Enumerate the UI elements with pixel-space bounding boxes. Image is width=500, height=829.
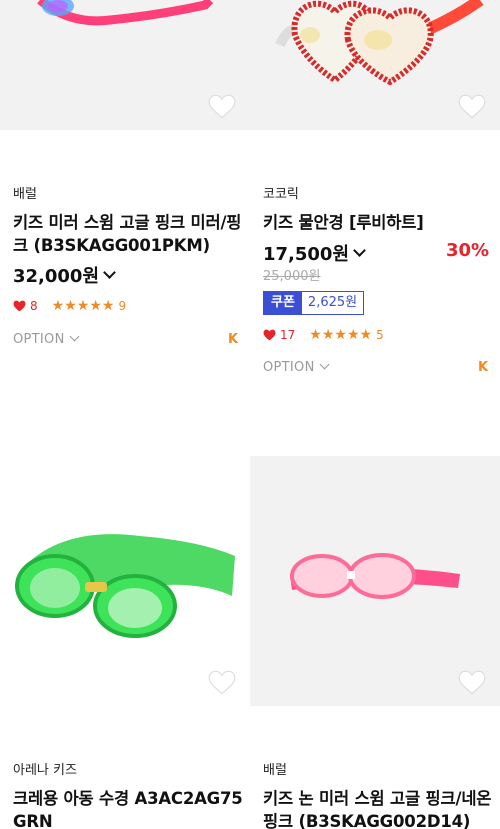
goggles-image bbox=[290, 553, 460, 599]
option-label: OPTION bbox=[13, 332, 65, 347]
option-label: OPTION bbox=[263, 360, 315, 375]
chevron-down-icon[interactable] bbox=[353, 244, 366, 257]
product-image[interactable] bbox=[0, 456, 250, 706]
original-price: 25,000원 bbox=[263, 269, 321, 284]
k-badge: K bbox=[228, 332, 239, 347]
price[interactable]: 32,000원 bbox=[13, 262, 116, 288]
product-image[interactable] bbox=[0, 0, 250, 130]
brand-label: 배럴 bbox=[13, 187, 37, 202]
brand-label: 배럴 bbox=[263, 763, 287, 778]
product-name[interactable]: 키즈 논 미러 스윔 고글 핑크/네온핑크 (B3SKAGG002D14) bbox=[263, 787, 495, 829]
product-name[interactable]: 키즈 물안경 [루비하트] bbox=[263, 211, 495, 234]
like-count: 8 bbox=[30, 299, 38, 313]
product-name[interactable]: 키즈 미러 스윔 고글 핑크 미러/핑크 (B3SKAGG001PKM) bbox=[13, 211, 245, 257]
star-icon: ★ bbox=[89, 298, 102, 314]
product-card[interactable]: 아레나 키즈 크레용 아동 수경 A3AC2AG75GRN bbox=[0, 456, 250, 829]
heart-outline-icon[interactable] bbox=[208, 670, 236, 696]
heart-filled-icon bbox=[13, 300, 26, 312]
star-icon: ★ bbox=[334, 327, 347, 343]
chevron-down-icon bbox=[319, 359, 330, 370]
heart-outline-icon[interactable] bbox=[458, 670, 486, 696]
star-icon: ★ bbox=[64, 298, 77, 314]
star-rating: ★ ★ ★ ★ ★ bbox=[309, 328, 372, 342]
star-icon: ★ bbox=[346, 327, 360, 343]
product-card[interactable]: 배럴 키즈 논 미러 스윔 고글 핑크/네온핑크 (B3SKAGG002D14) bbox=[250, 456, 500, 829]
heart-outline-icon[interactable] bbox=[458, 94, 486, 120]
chevron-down-icon bbox=[69, 331, 80, 342]
heart-filled-icon bbox=[263, 329, 276, 341]
stats-row: 8 ★ ★ ★ ★ ★ 9 bbox=[13, 299, 126, 313]
product-image[interactable] bbox=[250, 456, 500, 706]
star-icon: ★ bbox=[101, 298, 115, 314]
brand-label: 아레나 키즈 bbox=[13, 763, 77, 778]
k-badge: K bbox=[478, 360, 489, 375]
coupon-value: 2,625원 bbox=[307, 295, 358, 310]
product-image[interactable] bbox=[250, 0, 500, 130]
star-icon: ★ bbox=[51, 298, 65, 314]
star-icon: ★ bbox=[359, 327, 373, 343]
price-value: 32,000원 bbox=[13, 266, 100, 287]
option-toggle[interactable]: OPTION bbox=[13, 331, 80, 347]
star-rating: ★ ★ ★ ★ ★ bbox=[52, 299, 115, 313]
star-icon: ★ bbox=[309, 327, 322, 343]
chevron-down-icon[interactable] bbox=[103, 266, 116, 279]
stats-row: 17 ★ ★ ★ ★ ★ 5 bbox=[263, 328, 384, 342]
coupon-badge[interactable]: 쿠폰 2,625원 bbox=[263, 291, 365, 315]
product-card[interactable]: 코코릭 키즈 물안경 [루비하트] 17,500원 30% 25,000원 쿠폰… bbox=[250, 0, 500, 400]
discount-rate: 30% bbox=[446, 240, 490, 261]
review-count: 9 bbox=[118, 299, 127, 313]
heart-outline-icon[interactable] bbox=[208, 94, 236, 120]
price-value: 17,500원 bbox=[263, 244, 350, 265]
goggles-image bbox=[15, 534, 235, 638]
star-icon: ★ bbox=[76, 298, 90, 314]
price[interactable]: 17,500원 bbox=[263, 240, 366, 266]
option-toggle[interactable]: OPTION bbox=[263, 359, 330, 375]
review-count: 5 bbox=[376, 328, 384, 342]
star-icon: ★ bbox=[321, 327, 335, 343]
product-card[interactable]: 배럴 키즈 미러 스윔 고글 핑크 미러/핑크 (B3SKAGG001PKM) … bbox=[0, 0, 250, 400]
product-name[interactable]: 크레용 아동 수경 A3AC2AG75GRN bbox=[13, 787, 245, 829]
like-count: 17 bbox=[280, 328, 296, 342]
coupon-label: 쿠폰 bbox=[264, 292, 302, 314]
brand-label: 코코릭 bbox=[263, 187, 299, 202]
